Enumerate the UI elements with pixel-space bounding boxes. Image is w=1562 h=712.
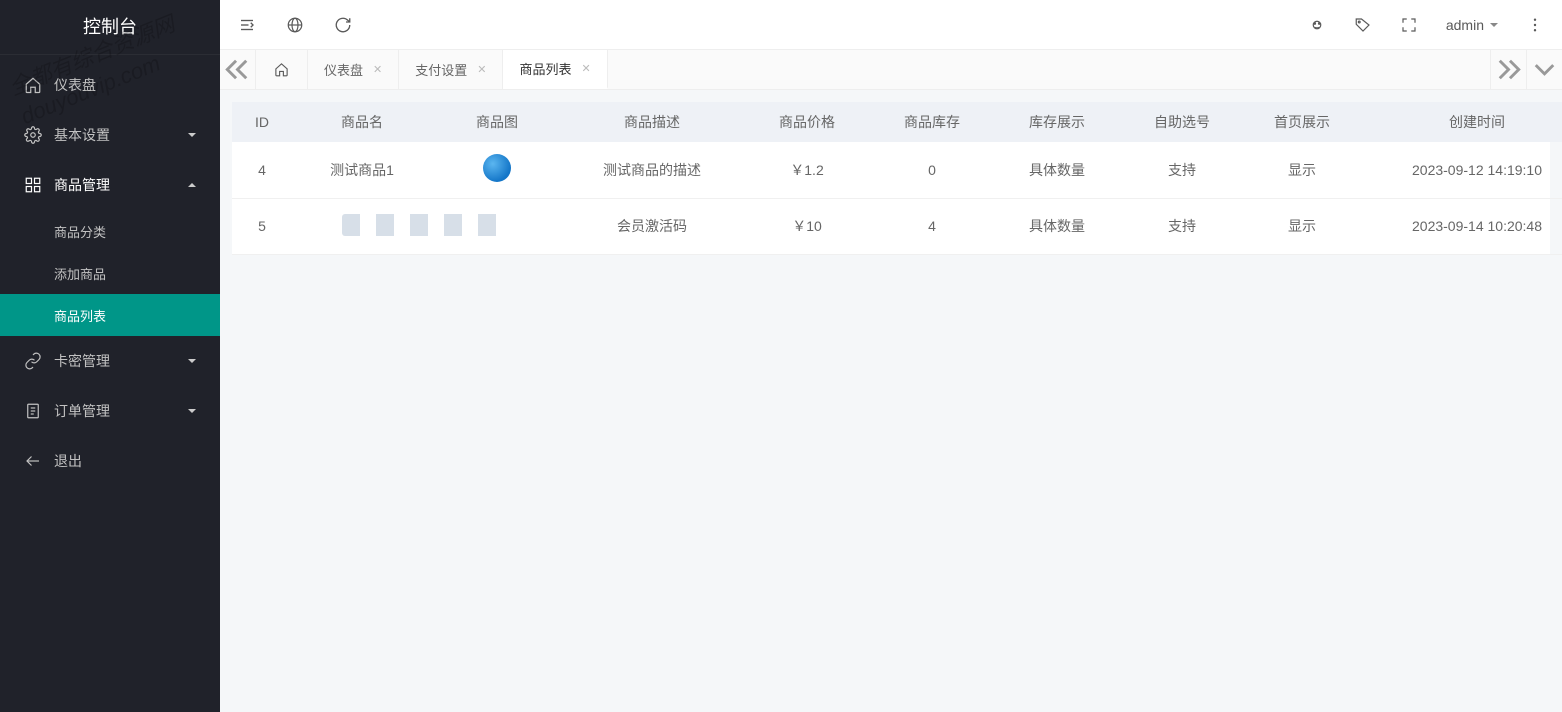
product-image-blurred	[342, 214, 512, 236]
theme-icon[interactable]	[1308, 16, 1326, 34]
user-menu[interactable]: admin	[1446, 17, 1498, 33]
sidebar-item-label: 订单管理	[54, 401, 110, 421]
sidebar-item-dashboard[interactable]: 仪表盘	[0, 60, 220, 110]
cell-desc: 测试商品的描述	[562, 142, 742, 198]
cell-selfpick: 支持	[1122, 198, 1242, 254]
cell-name: 测试商品1	[292, 142, 432, 198]
tabs-menu[interactable]	[1526, 50, 1562, 89]
th-selfpick: 自助选号	[1122, 102, 1242, 142]
more-icon[interactable]	[1526, 16, 1544, 34]
sidebar-title: 控制台	[0, 0, 220, 55]
sidebar-item-logout[interactable]: 退出	[0, 436, 220, 486]
sidebar-item-label: 商品分类	[54, 222, 106, 241]
sidebar-item-label: 商品管理	[54, 175, 110, 195]
th-name: 商品名	[292, 102, 432, 142]
chevron-up-icon	[188, 179, 196, 187]
th-img: 商品图	[432, 102, 562, 142]
table-row: 4 测试商品1 测试商品的描述 ￥1.2 0 具体数量 支持 显示 2023-0…	[232, 142, 1562, 198]
tab-label: 商品列表	[519, 59, 571, 78]
cell-homepage: 显示	[1242, 142, 1362, 198]
grid-icon	[24, 176, 42, 194]
sidebar: 控制台 仪表盘 基本设置 商品管理 商品分类 添加商品 商品列表 卡密管理	[0, 0, 220, 712]
cell-price: ￥10	[742, 198, 872, 254]
back-arrow-icon	[24, 452, 42, 470]
fullscreen-icon[interactable]	[1400, 16, 1418, 34]
close-icon[interactable]: ✕	[477, 63, 486, 76]
sidebar-subitem-product-category[interactable]: 商品分类	[0, 210, 220, 252]
tabs-scroll-left[interactable]	[220, 50, 256, 89]
tab-label: 仪表盘	[324, 60, 363, 79]
topbar: admin	[220, 0, 1562, 50]
cell-homepage: 显示	[1242, 198, 1362, 254]
th-homepage: 首页展示	[1242, 102, 1362, 142]
content: ID 商品名 商品图 商品描述 商品价格 商品库存 库存展示 自助选号 首页展示…	[220, 90, 1562, 712]
chevron-down-icon	[188, 133, 196, 141]
table-header-row: ID 商品名 商品图 商品描述 商品价格 商品库存 库存展示 自助选号 首页展示…	[232, 102, 1562, 142]
sidebar-subitem-product-list[interactable]: 商品列表	[0, 294, 220, 336]
cell-stockdisp: 具体数量	[992, 198, 1122, 254]
cell-stock: 4	[872, 198, 992, 254]
cell-created: 2023-09-14 10:20:48	[1362, 198, 1562, 254]
sidebar-item-label: 退出	[54, 451, 82, 471]
th-desc: 商品描述	[562, 102, 742, 142]
chevron-down-icon	[188, 359, 196, 367]
sidebar-subitem-add-product[interactable]: 添加商品	[0, 252, 220, 294]
table-row: 5 会员激活码 ￥10 4 具体数量 支持 显示 2023-09-14 10:2…	[232, 198, 1562, 254]
cell-selfpick: 支持	[1122, 142, 1242, 198]
sidebar-item-product-mgmt[interactable]: 商品管理	[0, 160, 220, 210]
th-stockdisp: 库存展示	[992, 102, 1122, 142]
main: admin 仪表盘 ✕ 支付设置 ✕ 商品列表 ✕	[220, 0, 1562, 712]
collapse-menu-icon[interactable]	[238, 16, 256, 34]
cell-price: ￥1.2	[742, 142, 872, 198]
tab-label: 支付设置	[415, 60, 467, 79]
gear-icon	[24, 126, 42, 144]
tabs-scroll-right[interactable]	[1490, 50, 1526, 89]
sidebar-item-label: 卡密管理	[54, 351, 110, 371]
sidebar-item-label: 仪表盘	[54, 75, 96, 95]
table-panel: ID 商品名 商品图 商品描述 商品价格 商品库存 库存展示 自助选号 首页展示…	[232, 102, 1550, 255]
home-icon	[274, 62, 289, 77]
home-icon	[24, 76, 42, 94]
product-image-icon	[483, 154, 511, 182]
link-icon	[24, 352, 42, 370]
cell-img	[432, 142, 562, 198]
chevron-down-icon	[1490, 23, 1498, 31]
tab-dashboard[interactable]: 仪表盘 ✕	[308, 50, 399, 89]
refresh-icon[interactable]	[334, 16, 352, 34]
cell-stockdisp: 具体数量	[992, 142, 1122, 198]
tabsbar: 仪表盘 ✕ 支付设置 ✕ 商品列表 ✕	[220, 50, 1562, 90]
tab-pay-settings[interactable]: 支付设置 ✕	[399, 50, 503, 89]
cell-desc: 会员激活码	[562, 198, 742, 254]
close-icon[interactable]: ✕	[581, 62, 590, 75]
sidebar-item-label: 商品列表	[54, 306, 106, 325]
th-id: ID	[232, 102, 292, 142]
sidebar-item-label: 添加商品	[54, 264, 106, 283]
user-name: admin	[1446, 17, 1484, 33]
cell-name-img	[292, 198, 562, 254]
product-table: ID 商品名 商品图 商品描述 商品价格 商品库存 库存展示 自助选号 首页展示…	[232, 102, 1562, 255]
sidebar-item-label: 基本设置	[54, 125, 110, 145]
tag-icon[interactable]	[1354, 16, 1372, 34]
cell-id: 4	[232, 142, 292, 198]
th-price: 商品价格	[742, 102, 872, 142]
sidebar-item-card-mgmt[interactable]: 卡密管理	[0, 336, 220, 386]
chevron-down-icon	[188, 409, 196, 417]
close-icon[interactable]: ✕	[373, 63, 382, 76]
cell-created: 2023-09-12 14:19:10	[1362, 142, 1562, 198]
cell-stock: 0	[872, 142, 992, 198]
tab-home[interactable]	[256, 50, 308, 89]
th-stock: 商品库存	[872, 102, 992, 142]
tab-product-list[interactable]: 商品列表 ✕	[503, 50, 607, 89]
th-created: 创建时间	[1362, 102, 1562, 142]
sidebar-item-basic-settings[interactable]: 基本设置	[0, 110, 220, 160]
sidebar-item-order-mgmt[interactable]: 订单管理	[0, 386, 220, 436]
cell-id: 5	[232, 198, 292, 254]
globe-icon[interactable]	[286, 16, 304, 34]
doc-icon	[24, 402, 42, 420]
